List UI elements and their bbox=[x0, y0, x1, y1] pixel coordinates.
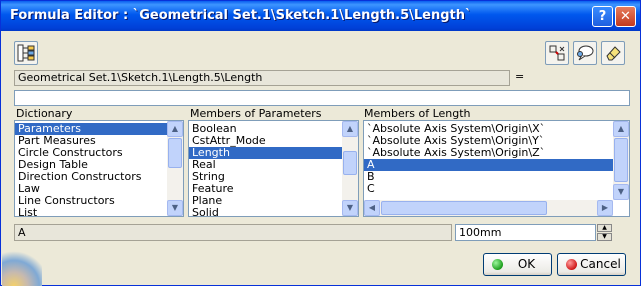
formula-input[interactable] bbox=[14, 90, 630, 106]
measure-icon bbox=[549, 45, 565, 61]
scroll-right-icon[interactable]: ▶ bbox=[597, 200, 613, 216]
decorative-corner-image bbox=[2, 249, 42, 286]
members-of-length-label: Members of Length bbox=[364, 107, 471, 120]
formula-tree-icon bbox=[17, 44, 35, 62]
scroll-left-icon[interactable]: ◀ bbox=[364, 200, 380, 216]
window-title: Formula Editor : `Geometrical Set.1\Sket… bbox=[10, 8, 472, 23]
parameters-scrollbar[interactable]: ▲ ▼ bbox=[342, 121, 358, 216]
title-bar[interactable]: Formula Editor : `Geometrical Set.1\Sket… bbox=[1, 1, 640, 31]
scroll-down-icon[interactable]: ▼ bbox=[613, 184, 629, 200]
scroll-down-icon[interactable]: ▼ bbox=[342, 200, 358, 216]
length-member-item[interactable]: A bbox=[364, 159, 613, 171]
comment-button[interactable] bbox=[573, 41, 597, 65]
ok-button[interactable]: OK bbox=[483, 253, 552, 276]
length-member-item[interactable]: C bbox=[364, 183, 613, 195]
cancel-button[interactable]: Cancel bbox=[557, 253, 626, 276]
parameter-path-field: Geometrical Set.1\Sketch.1\Length.5\Leng… bbox=[14, 70, 510, 86]
value-input[interactable] bbox=[455, 224, 596, 241]
comment-icon bbox=[577, 45, 594, 61]
length-member-item[interactable]: B bbox=[364, 171, 613, 183]
dictionary-label: Dictionary bbox=[16, 107, 73, 120]
close-icon: ✕ bbox=[620, 9, 631, 24]
eraser-icon bbox=[606, 46, 621, 61]
eraser-button[interactable] bbox=[601, 41, 625, 65]
formula-editor-window: Formula Editor : `Geometrical Set.1\Sket… bbox=[0, 0, 641, 286]
formula-tree-button[interactable] bbox=[14, 41, 38, 65]
members-of-parameters-list[interactable]: Boolean CstAttr_Mode Length Real String … bbox=[188, 120, 359, 217]
close-button[interactable]: ✕ bbox=[615, 6, 636, 27]
length-member-item[interactable]: `Absolute Axis System\Origin\Z` bbox=[364, 147, 613, 159]
length-vertical-scrollbar[interactable]: ▲ ▼ bbox=[613, 121, 629, 200]
members-of-length-list[interactable]: `Absolute Axis System\Origin\X` `Absolut… bbox=[363, 120, 630, 217]
scroll-thumb[interactable] bbox=[381, 201, 547, 215]
scroll-up-icon[interactable]: ▲ bbox=[613, 121, 629, 137]
help-icon: ? bbox=[598, 9, 607, 24]
measure-button[interactable] bbox=[545, 41, 569, 65]
length-horizontal-scrollbar[interactable]: ◀ ▶ bbox=[364, 200, 613, 216]
dictionary-item[interactable]: Line Constructors bbox=[15, 195, 167, 207]
scroll-down-icon[interactable]: ▼ bbox=[167, 200, 183, 216]
ok-label: OK bbox=[517, 257, 536, 271]
spin-down-icon[interactable]: ▼ bbox=[597, 233, 612, 241]
scroll-up-icon[interactable]: ▲ bbox=[167, 121, 183, 137]
help-button[interactable]: ? bbox=[592, 6, 613, 27]
dictionary-item[interactable]: List bbox=[15, 207, 167, 217]
scroll-thumb[interactable] bbox=[614, 138, 628, 182]
scroll-thumb[interactable] bbox=[343, 151, 357, 175]
cancel-indicator-icon bbox=[566, 259, 577, 270]
scroll-thumb[interactable] bbox=[168, 138, 182, 168]
selected-member-name: A bbox=[14, 224, 452, 241]
spin-up-icon[interactable]: ▲ bbox=[597, 224, 612, 232]
dictionary-scrollbar[interactable]: ▲ ▼ bbox=[167, 121, 183, 216]
equals-sign: = bbox=[515, 70, 525, 83]
parameter-type-item[interactable]: Solid bbox=[189, 207, 342, 217]
members-of-parameters-label: Members of Parameters bbox=[190, 107, 322, 120]
dictionary-list[interactable]: Parameters Part Measures Circle Construc… bbox=[14, 120, 184, 217]
scroll-up-icon[interactable]: ▲ bbox=[342, 121, 358, 137]
ok-indicator-icon bbox=[492, 259, 503, 270]
